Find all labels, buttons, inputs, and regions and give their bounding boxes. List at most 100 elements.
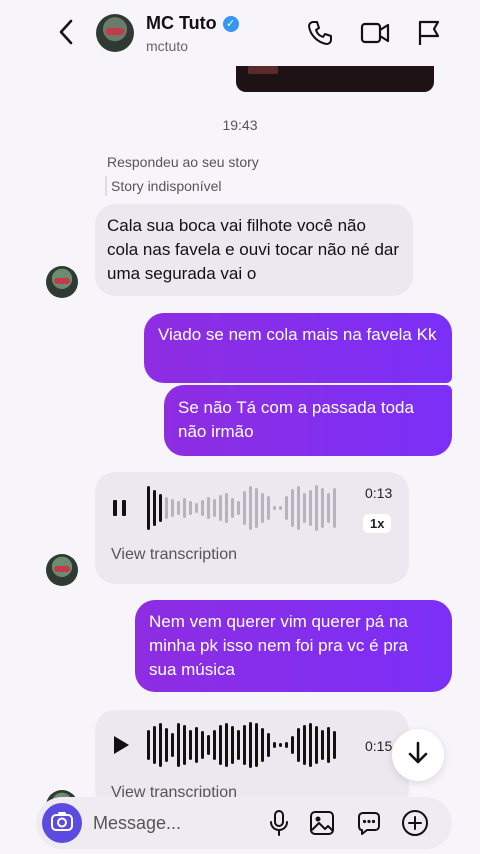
camera-icon: [50, 810, 74, 837]
waveform-bar: [333, 488, 336, 528]
waveform-bar: [243, 725, 246, 765]
waveform-bar: [171, 499, 174, 517]
waveform-bar: [165, 497, 168, 519]
waveform-bar: [273, 506, 276, 510]
waveform-bar: [309, 723, 312, 767]
waveform-bar: [177, 501, 180, 515]
waveform-bar: [303, 725, 306, 765]
avatar[interactable]: [96, 14, 134, 52]
arrow-down-icon: [407, 740, 429, 771]
waveform-bar: [237, 730, 240, 760]
waveform-bar: [183, 498, 186, 518]
message-text: Cala sua boca vai filhote você não cola …: [107, 216, 400, 283]
waveform-bar: [303, 493, 306, 523]
waveform-bar: [255, 723, 258, 767]
waveform-bar: [273, 742, 276, 748]
audio-waveform[interactable]: [147, 720, 336, 770]
waveform-bar: [315, 726, 318, 764]
waveform-bar: [255, 488, 258, 528]
message-composer: Message...: [36, 797, 452, 849]
waveform-bar: [183, 725, 186, 765]
voice-duration: 0:13: [365, 485, 393, 501]
waveform-bar: [201, 500, 204, 516]
contact-username[interactable]: mctuto: [146, 38, 188, 54]
waveform-bar: [153, 490, 156, 526]
waveform-bar: [333, 731, 336, 759]
video-icon[interactable]: [360, 18, 390, 48]
message-text: Nem vem querer vim querer pá na minha pk…: [149, 612, 408, 679]
audio-waveform[interactable]: [147, 484, 336, 532]
waveform-bar: [309, 490, 312, 526]
image-icon[interactable]: [307, 808, 337, 838]
waveform-bar: [267, 733, 270, 757]
chat-header: MC Tuto ✓ mctuto: [0, 0, 480, 66]
scroll-to-bottom-button[interactable]: [392, 729, 444, 781]
waveform-bar: [171, 733, 174, 757]
message-bubble-outgoing[interactable]: Se não Tá com a passada toda não irmão: [164, 385, 452, 456]
waveform-bar: [231, 498, 234, 518]
waveform-bar: [291, 736, 294, 754]
waveform-bar: [297, 486, 300, 530]
waveform-bar: [285, 742, 288, 748]
phone-icon[interactable]: [305, 18, 335, 48]
plus-icon[interactable]: [400, 808, 430, 838]
playback-speed-button[interactable]: 1x: [363, 514, 392, 533]
waveform-bar: [249, 722, 252, 768]
story-unavailable-label: Story indisponível: [105, 176, 222, 196]
waveform-bar: [213, 730, 216, 760]
waveform-bar: [159, 494, 162, 522]
play-icon[interactable]: [111, 734, 131, 761]
waveform-bar: [207, 735, 210, 755]
voice-message[interactable]: 0:13 1x View transcription: [95, 472, 409, 584]
waveform-bar: [321, 730, 324, 760]
message-bubble-incoming[interactable]: Cala sua boca vai filhote você não cola …: [95, 204, 413, 296]
contact-name[interactable]: MC Tuto ✓: [146, 13, 239, 34]
waveform-bar: [177, 723, 180, 767]
flag-icon[interactable]: [414, 18, 444, 48]
waveform-bar: [261, 728, 264, 762]
waveform-bar: [315, 485, 318, 531]
camera-button[interactable]: [42, 803, 82, 843]
waveform-bar: [225, 723, 228, 767]
waveform-bar: [237, 501, 240, 515]
pause-icon[interactable]: [111, 498, 129, 523]
message-bubble-outgoing[interactable]: Viado se nem cola mais na favela Kk: [144, 313, 452, 383]
message-text: Se não Tá com a passada toda não irmão: [178, 398, 414, 441]
message-input[interactable]: Message...: [93, 813, 181, 834]
waveform-bar: [297, 728, 300, 762]
replied-to-story-label: Respondeu ao seu story: [107, 154, 259, 170]
view-transcription-link[interactable]: View transcription: [111, 546, 237, 564]
waveform-bar: [225, 493, 228, 523]
microphone-icon[interactable]: [264, 808, 294, 838]
waveform-bar: [327, 727, 330, 763]
waveform-bar: [159, 723, 162, 767]
waveform-bar: [189, 730, 192, 760]
waveform-bar: [291, 489, 294, 527]
waveform-bar: [189, 501, 192, 515]
voice-duration: 0:15: [365, 738, 393, 754]
waveform-bar: [279, 506, 282, 510]
message-bubble-outgoing[interactable]: Nem vem querer vim querer pá na minha pk…: [135, 600, 452, 692]
sticker-icon[interactable]: [354, 808, 384, 838]
waveform-bar: [267, 496, 270, 520]
verified-badge-icon: ✓: [222, 15, 239, 32]
waveform-bar: [231, 726, 234, 764]
avatar[interactable]: [46, 554, 78, 586]
waveform-bar: [213, 499, 216, 517]
avatar[interactable]: [46, 266, 78, 298]
waveform-bar: [207, 497, 210, 519]
waveform-bar: [261, 493, 264, 523]
waveform-bar: [201, 731, 204, 759]
voice-message[interactable]: 0:15 View transcription: [95, 710, 409, 810]
waveform-bar: [165, 728, 168, 762]
waveform-bar: [147, 730, 150, 760]
contact-name-text: MC Tuto: [146, 13, 217, 33]
back-chevron-icon[interactable]: [52, 16, 80, 48]
waveform-bar: [195, 503, 198, 513]
waveform-bar: [219, 725, 222, 765]
waveform-bar: [321, 488, 324, 528]
waveform-bar: [327, 493, 330, 523]
shared-story-preview[interactable]: [236, 62, 434, 92]
waveform-bar: [249, 486, 252, 530]
message-timestamp: 19:43: [222, 117, 258, 133]
